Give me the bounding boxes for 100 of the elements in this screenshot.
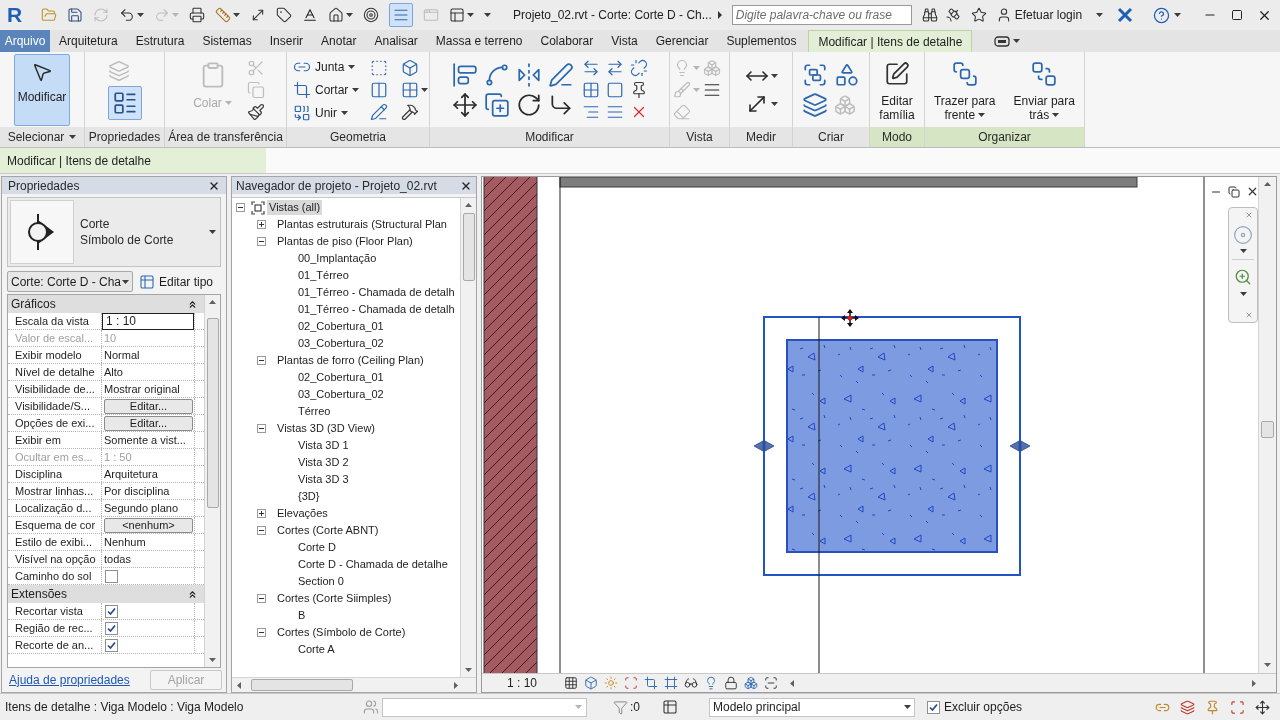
pen-icon[interactable] xyxy=(547,61,574,88)
caret-icon[interactable] xyxy=(1013,39,1021,43)
ribbon-tab[interactable]: Massa e terreno xyxy=(426,30,532,52)
boxes-icon[interactable] xyxy=(744,676,758,690)
caret-icon[interactable] xyxy=(233,13,240,17)
tree-item[interactable]: 02_Cobertura_01 xyxy=(296,319,386,334)
vertical-scrollbar[interactable] xyxy=(204,295,220,667)
flip-icon[interactable] xyxy=(515,61,542,88)
checkbox[interactable] xyxy=(105,569,118,583)
cube-icon[interactable] xyxy=(401,58,420,77)
arrow-left-icon[interactable] xyxy=(790,679,794,687)
ribbon-tab[interactable]: Vista xyxy=(602,30,647,52)
tree-item[interactable]: Corte A xyxy=(296,642,337,657)
letter-a-icon[interactable] xyxy=(302,7,318,23)
left-right-arrows-icon[interactable] xyxy=(581,58,600,77)
hammer-icon[interactable] xyxy=(401,102,420,121)
tree-item[interactable]: 01_Térreo - Chamada de detalh xyxy=(296,302,457,317)
caret-icon[interactable] xyxy=(1239,292,1247,296)
crop-icon[interactable] xyxy=(644,676,658,690)
view-scale[interactable]: 1 : 10 xyxy=(482,674,562,692)
table-icon[interactable] xyxy=(662,699,678,715)
drag-handle[interactable] xyxy=(753,440,775,452)
edit-type-button[interactable]: Editar tipo xyxy=(139,272,214,291)
ribbon-tab[interactable]: Analisar xyxy=(365,30,427,52)
tree-item[interactable]: 01_Térreo - Chamada de detalh xyxy=(296,285,457,300)
minus-box-icon[interactable] xyxy=(257,237,266,246)
grid-icon[interactable] xyxy=(564,676,578,690)
file-menu-tab[interactable]: Arquivo xyxy=(0,30,50,52)
tree-item[interactable]: Cortes (Corte ABNT) xyxy=(275,523,381,538)
star-icon[interactable] xyxy=(970,7,987,23)
lightbulb-icon[interactable] xyxy=(704,676,718,690)
drag-handle[interactable] xyxy=(1009,440,1031,452)
broken-link-icon[interactable] xyxy=(629,58,648,77)
shapes-icon[interactable] xyxy=(834,61,860,88)
ribbon-tab[interactable]: Estrutura xyxy=(126,30,194,52)
caret-icon[interactable] xyxy=(484,13,491,17)
ribbon-tab[interactable]: Suplementos xyxy=(717,30,806,52)
value-button[interactable]: Editar... xyxy=(104,415,193,431)
tree-item[interactable]: Vistas (all) xyxy=(267,200,323,215)
ribbon-tab[interactable]: Colaborar xyxy=(531,30,603,52)
value-button[interactable]: <nenhum> xyxy=(104,517,193,533)
tree-item[interactable]: 03_Cobertura_02 xyxy=(296,336,386,351)
square-icon[interactable] xyxy=(605,80,624,99)
align-icon[interactable] xyxy=(451,61,478,88)
selection-outline[interactable] xyxy=(763,316,1021,576)
caret-icon[interactable] xyxy=(1096,13,1104,17)
house-icon[interactable] xyxy=(328,7,344,23)
tag-icon[interactable] xyxy=(276,7,292,23)
tree-item[interactable]: Section 0 xyxy=(296,574,346,589)
minus-box-icon[interactable] xyxy=(257,356,266,365)
arrow-right-icon[interactable] xyxy=(717,11,722,19)
cube-icon[interactable] xyxy=(584,676,598,690)
tree-item[interactable]: 03_Cobertura_02 xyxy=(296,387,386,402)
copy-plus-icon[interactable] xyxy=(483,91,510,118)
app-logo[interactable]: R xyxy=(7,4,23,26)
tool-button[interactable]: Editar família xyxy=(871,53,923,126)
ribbon-tab[interactable]: Gerenciar xyxy=(646,30,718,52)
caret-icon[interactable] xyxy=(1239,249,1247,253)
tree-item[interactable]: Corte D - Chamada de detalhe xyxy=(296,557,450,572)
design-option-dropdown[interactable]: Modelo principal xyxy=(709,697,915,717)
tree-item[interactable]: 01_Térreo xyxy=(296,268,351,283)
checkbox[interactable] xyxy=(105,604,118,618)
sign-in-button[interactable]: Efetuar login xyxy=(995,6,1083,24)
paintbrush-icon[interactable] xyxy=(246,102,265,121)
tree-item[interactable]: Corte D xyxy=(296,540,338,555)
arrow-up-icon[interactable] xyxy=(209,300,216,304)
printer-icon[interactable] xyxy=(189,7,205,23)
move-arrows-icon[interactable] xyxy=(451,91,478,118)
grid-icon[interactable] xyxy=(581,80,600,99)
panel-menu[interactable]: Selecionar xyxy=(0,127,84,147)
restore-window-icon[interactable] xyxy=(1228,185,1240,198)
tree-item[interactable]: Vista 3D 2 xyxy=(296,455,351,470)
ribbon-tab[interactable]: Modificar | Itens de detalhe xyxy=(808,30,973,52)
horizontal-scrollbar[interactable] xyxy=(232,677,476,692)
maximize-icon[interactable] xyxy=(1231,9,1243,21)
arrow-right-icon[interactable] xyxy=(454,681,458,689)
tree-item[interactable]: 00_Implantação xyxy=(296,251,379,266)
grouped-squares-icon[interactable] xyxy=(802,61,828,88)
minus-box-icon[interactable] xyxy=(257,424,266,433)
tool-button[interactable]: Cortar xyxy=(290,78,363,101)
tool-button[interactable]: Unir xyxy=(290,101,363,124)
help-link[interactable]: Ajuda de propriedades xyxy=(9,671,130,689)
caret-icon[interactable] xyxy=(770,73,778,78)
tree-item[interactable]: {3D} xyxy=(296,489,322,504)
satellite-icon[interactable] xyxy=(944,7,961,23)
layout-icon[interactable] xyxy=(449,7,465,23)
dashed-square-icon[interactable] xyxy=(370,58,389,77)
ribbon-tab[interactable]: Inserir xyxy=(260,30,313,52)
caret-icon[interactable] xyxy=(137,13,144,17)
tree-item[interactable]: Plantas estruturais (Structural Plan xyxy=(275,217,449,232)
minus-box-icon[interactable] xyxy=(257,594,266,603)
vertical-scrollbar[interactable] xyxy=(1258,177,1276,673)
layers-icon[interactable] xyxy=(802,91,828,118)
arrow-right-icon[interactable] xyxy=(1252,679,1256,687)
category-header[interactable]: Gráficos xyxy=(8,295,204,313)
close-icon[interactable] xyxy=(1246,185,1258,198)
arrow-up-icon[interactable] xyxy=(1264,182,1271,186)
lock-icon[interactable] xyxy=(724,676,738,690)
grid-icon[interactable] xyxy=(401,80,420,99)
tool-button[interactable]: Junta xyxy=(290,55,363,78)
